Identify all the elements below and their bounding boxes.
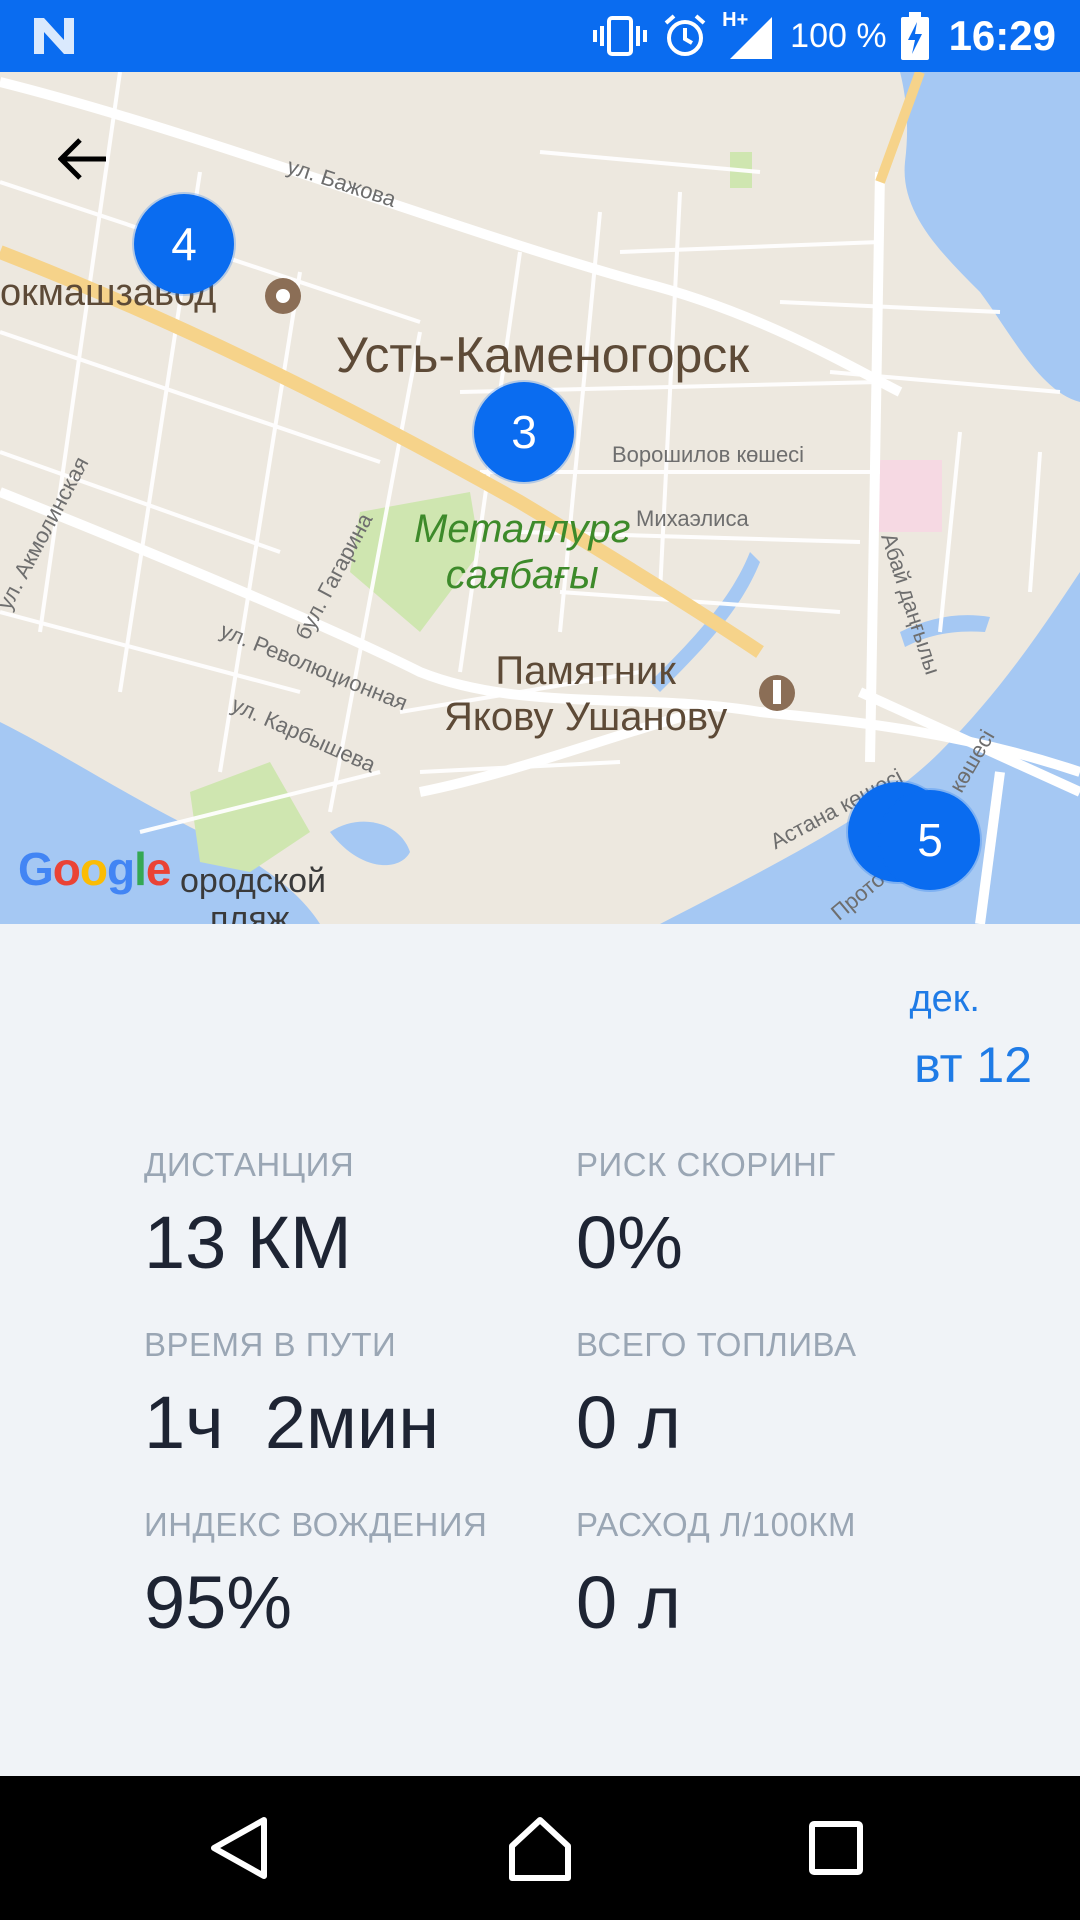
street-label: Михаэлиса bbox=[636, 506, 749, 531]
stat-fuel-consumption: РАСХОД Л/100КМ 0 л bbox=[576, 1506, 856, 1645]
trip-marker[interactable]: 3 bbox=[474, 382, 574, 482]
beach-label: ородской пляж bbox=[180, 862, 326, 924]
city-label: Усть-Каменогорск bbox=[336, 327, 750, 383]
stat-label: РИСК СКОРИНГ bbox=[576, 1146, 836, 1183]
recents-icon[interactable] bbox=[800, 1812, 872, 1884]
monument-label: Памятник Якову Ушанову bbox=[444, 648, 727, 740]
signal-icon: H+ bbox=[722, 9, 776, 61]
battery-percent: 100 % bbox=[790, 16, 887, 55]
clock: 16:29 bbox=[948, 12, 1056, 59]
alarm-icon bbox=[664, 14, 706, 56]
trip-map[interactable]: ул. Бажова окмашзавод Усть-Каменогорск В… bbox=[0, 72, 1080, 924]
date-month: дек. bbox=[909, 978, 981, 1020]
stat-risk-scoring: РИСК СКОРИНГ 0% bbox=[576, 1146, 836, 1285]
monument-label-line1: Памятник bbox=[495, 649, 676, 693]
google-logo: Google bbox=[18, 843, 171, 895]
park-label: Металлург саябағы bbox=[414, 506, 630, 598]
stat-label: ИНДЕКС ВОЖДЕНИЯ bbox=[144, 1506, 488, 1543]
stat-value: 0 л bbox=[576, 1381, 681, 1464]
status-bar: H+ 100 % 16:29 bbox=[0, 0, 1080, 72]
stat-distance: ДИСТАНЦИЯ 13 КМ bbox=[144, 1146, 354, 1285]
system-nav-bar bbox=[0, 1776, 1080, 1920]
beach-label-line2: пляж bbox=[210, 900, 290, 924]
stat-label: РАСХОД Л/100КМ bbox=[576, 1506, 857, 1543]
date-day: вт 12 bbox=[914, 1037, 1032, 1093]
park-label-line2: саябағы bbox=[445, 553, 599, 597]
beach-label-line1: ородской bbox=[180, 862, 326, 900]
trip-details-panel: дек. вт 12 ДИСТАНЦИЯ 13 КМ РИСК СКОРИНГ … bbox=[0, 924, 1080, 1776]
battery-charging-icon bbox=[900, 12, 929, 60]
stat-total-fuel: ВСЕГО ТОПЛИВА 0 л bbox=[576, 1326, 856, 1465]
stat-label: ВРЕМЯ В ПУТИ bbox=[144, 1326, 397, 1363]
trip-marker[interactable]: 5 bbox=[880, 790, 980, 890]
monument-label-line2: Якову Ушанову bbox=[444, 695, 728, 739]
stat-driving-index: ИНДЕКС ВОЖДЕНИЯ 95% bbox=[144, 1506, 487, 1645]
stat-value: 0 л bbox=[576, 1561, 681, 1644]
notification-n-icon bbox=[34, 18, 74, 54]
back-triangle-icon[interactable] bbox=[204, 1812, 276, 1884]
stat-value: 13 КМ bbox=[144, 1201, 352, 1284]
stat-label: ВСЕГО ТОПЛИВА bbox=[576, 1326, 857, 1363]
park-label-line1: Металлург bbox=[414, 507, 631, 551]
street-label: Ворошилов көшесі bbox=[612, 442, 805, 467]
stat-value: 1ч 2мин bbox=[144, 1381, 440, 1464]
vibrate-icon bbox=[593, 16, 648, 56]
stat-value: 0% bbox=[576, 1201, 683, 1284]
back-button[interactable] bbox=[48, 124, 118, 194]
trip-marker[interactable]: 4 bbox=[134, 194, 234, 294]
arrow-back-icon bbox=[58, 138, 106, 180]
stat-value: 95% bbox=[144, 1561, 293, 1644]
home-icon[interactable] bbox=[504, 1812, 576, 1884]
stat-label: ДИСТАНЦИЯ bbox=[144, 1146, 355, 1183]
stat-travel-time: ВРЕМЯ В ПУТИ 1ч 2мин bbox=[144, 1326, 439, 1465]
